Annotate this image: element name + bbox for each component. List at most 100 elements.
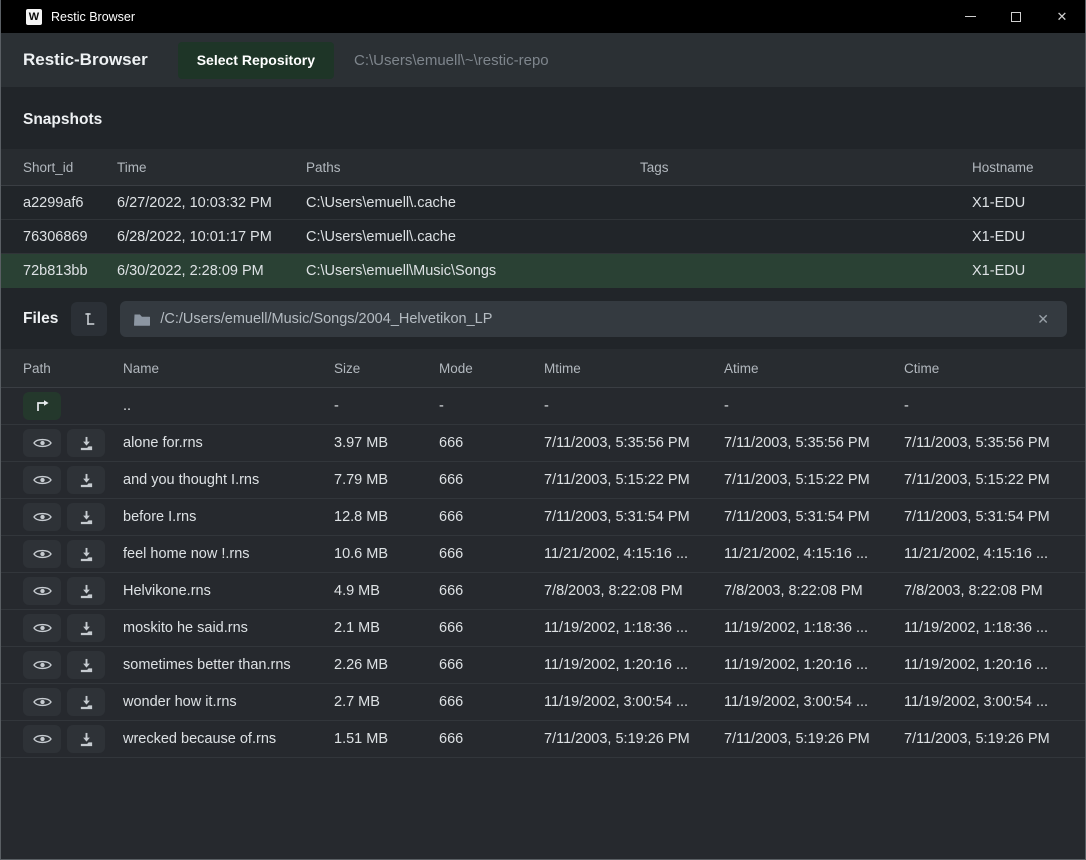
file-mode: 666 — [439, 657, 544, 673]
file-name: feel home now !.rns — [123, 546, 334, 562]
parent-directory-row: .. - - - - - — [1, 388, 1085, 425]
file-ctime: - — [904, 398, 1085, 414]
file-row: and you thought I.rns 7.79 MB 666 7/11/2… — [1, 462, 1085, 499]
file-ctime: 7/11/2003, 5:15:22 PM — [904, 472, 1085, 488]
select-repository-button[interactable]: Select Repository — [178, 42, 334, 79]
file-mode: 666 — [439, 472, 544, 488]
file-name: moskito he said.rns — [123, 620, 334, 636]
eye-icon — [33, 622, 52, 634]
current-path-text: /C:/Users/emuell/Music/Songs/2004_Helvet… — [160, 311, 1033, 327]
file-mtime: 11/19/2002, 1:18:36 ... — [544, 620, 724, 636]
up-directory-arrow-icon — [34, 399, 50, 413]
file-atime: 11/19/2002, 1:20:16 ... — [724, 657, 904, 673]
preview-file-button[interactable] — [23, 614, 61, 642]
files-bar: Files /C:/Users/emuell/Music/Songs/2004_… — [1, 288, 1085, 337]
download-file-button[interactable] — [67, 466, 105, 494]
file-atime: 11/19/2002, 3:00:54 ... — [724, 694, 904, 710]
clear-path-button[interactable]: ✕ — [1033, 309, 1053, 330]
column-header-size: Size — [334, 361, 439, 376]
file-atime: 11/19/2002, 1:18:36 ... — [724, 620, 904, 636]
preview-file-button[interactable] — [23, 540, 61, 568]
file-name: .. — [123, 398, 334, 414]
file-size: 12.8 MB — [334, 509, 439, 525]
snapshot-row-selected[interactable]: 72b813bb 6/30/2022, 2:28:09 PM C:\Users\… — [1, 254, 1085, 288]
download-icon — [79, 473, 94, 488]
files-section-title: Files — [23, 310, 58, 328]
folder-icon — [134, 313, 150, 326]
file-size: 1.51 MB — [334, 731, 439, 747]
download-file-button[interactable] — [67, 429, 105, 457]
maximize-button[interactable] — [993, 0, 1039, 33]
download-file-button[interactable] — [67, 725, 105, 753]
snapshot-short-id: a2299af6 — [23, 195, 117, 211]
preview-file-button[interactable] — [23, 688, 61, 716]
file-size: - — [334, 398, 439, 414]
preview-file-button[interactable] — [23, 429, 61, 457]
file-row: moskito he said.rns 2.1 MB 666 11/19/200… — [1, 610, 1085, 647]
download-icon — [79, 436, 94, 451]
maximize-icon — [1011, 12, 1021, 22]
window-controls: ✕ — [947, 0, 1085, 33]
preview-file-button[interactable] — [23, 466, 61, 494]
snapshot-time: 6/28/2022, 10:01:17 PM — [117, 229, 306, 245]
file-mode: - — [439, 398, 544, 414]
file-mode: 666 — [439, 546, 544, 562]
files-table-body: .. - - - - - alone for.rns 3.97 MB — [1, 388, 1085, 859]
file-ctime: 7/8/2003, 8:22:08 PM — [904, 583, 1085, 599]
download-file-button[interactable] — [67, 688, 105, 716]
app-title: Restic-Browser — [23, 50, 148, 70]
snapshot-hostname: X1-EDU — [972, 263, 1085, 279]
column-header-atime: Atime — [724, 361, 904, 376]
file-name: Helvikone.rns — [123, 583, 334, 599]
file-mtime: 7/11/2003, 5:15:22 PM — [544, 472, 724, 488]
file-mtime: 7/11/2003, 5:31:54 PM — [544, 509, 724, 525]
snapshot-hostname: X1-EDU — [972, 195, 1085, 211]
download-file-button[interactable] — [67, 614, 105, 642]
file-atime: 7/11/2003, 5:19:26 PM — [724, 731, 904, 747]
file-atime: 11/21/2002, 4:15:16 ... — [724, 546, 904, 562]
file-row: sometimes better than.rns 2.26 MB 666 11… — [1, 647, 1085, 684]
eye-icon — [33, 585, 52, 597]
column-header-tags: Tags — [640, 160, 972, 175]
preview-file-button[interactable] — [23, 503, 61, 531]
files-section: Path Name Size Mode Mtime Atime Ctime .. — [1, 349, 1085, 859]
repository-path: C:\Users\emuell\~\restic-repo — [354, 52, 549, 69]
toggle-tree-view-button[interactable] — [71, 302, 107, 336]
file-atime: 7/11/2003, 5:35:56 PM — [724, 435, 904, 451]
file-atime: 7/11/2003, 5:15:22 PM — [724, 472, 904, 488]
app-toolbar: Restic-Browser Select Repository C:\User… — [1, 33, 1085, 87]
file-mtime: 11/21/2002, 4:15:16 ... — [544, 546, 724, 562]
snapshots-table-header: Short_id Time Paths Tags Hostname — [1, 149, 1085, 186]
file-mtime: 7/11/2003, 5:35:56 PM — [544, 435, 724, 451]
file-mtime: 11/19/2002, 3:00:54 ... — [544, 694, 724, 710]
go-to-parent-button[interactable] — [23, 392, 61, 420]
snapshot-short-id: 72b813bb — [23, 263, 117, 279]
download-file-button[interactable] — [67, 503, 105, 531]
file-atime: 7/8/2003, 8:22:08 PM — [724, 583, 904, 599]
close-icon: ✕ — [1057, 10, 1068, 23]
eye-icon — [33, 474, 52, 486]
file-mtime: - — [544, 398, 724, 414]
close-button[interactable]: ✕ — [1039, 0, 1085, 33]
current-path-bar[interactable]: /C:/Users/emuell/Music/Songs/2004_Helvet… — [120, 301, 1067, 337]
snapshot-row[interactable]: 76306869 6/28/2022, 10:01:17 PM C:\Users… — [1, 220, 1085, 254]
column-header-time: Time — [117, 160, 306, 175]
preview-file-button[interactable] — [23, 725, 61, 753]
file-ctime: 7/11/2003, 5:35:56 PM — [904, 435, 1085, 451]
download-icon — [79, 732, 94, 747]
snapshot-row[interactable]: a2299af6 6/27/2022, 10:03:32 PM C:\Users… — [1, 186, 1085, 220]
file-ctime: 7/11/2003, 5:19:26 PM — [904, 731, 1085, 747]
eye-icon — [33, 733, 52, 745]
file-mode: 666 — [439, 694, 544, 710]
download-file-button[interactable] — [67, 651, 105, 679]
file-size: 2.1 MB — [334, 620, 439, 636]
file-mtime: 7/8/2003, 8:22:08 PM — [544, 583, 724, 599]
preview-file-button[interactable] — [23, 577, 61, 605]
preview-file-button[interactable] — [23, 651, 61, 679]
minimize-button[interactable] — [947, 0, 993, 33]
download-icon — [79, 547, 94, 562]
download-file-button[interactable] — [67, 540, 105, 568]
download-file-button[interactable] — [67, 577, 105, 605]
tree-view-icon — [81, 311, 97, 327]
file-name: sometimes better than.rns — [123, 657, 334, 673]
